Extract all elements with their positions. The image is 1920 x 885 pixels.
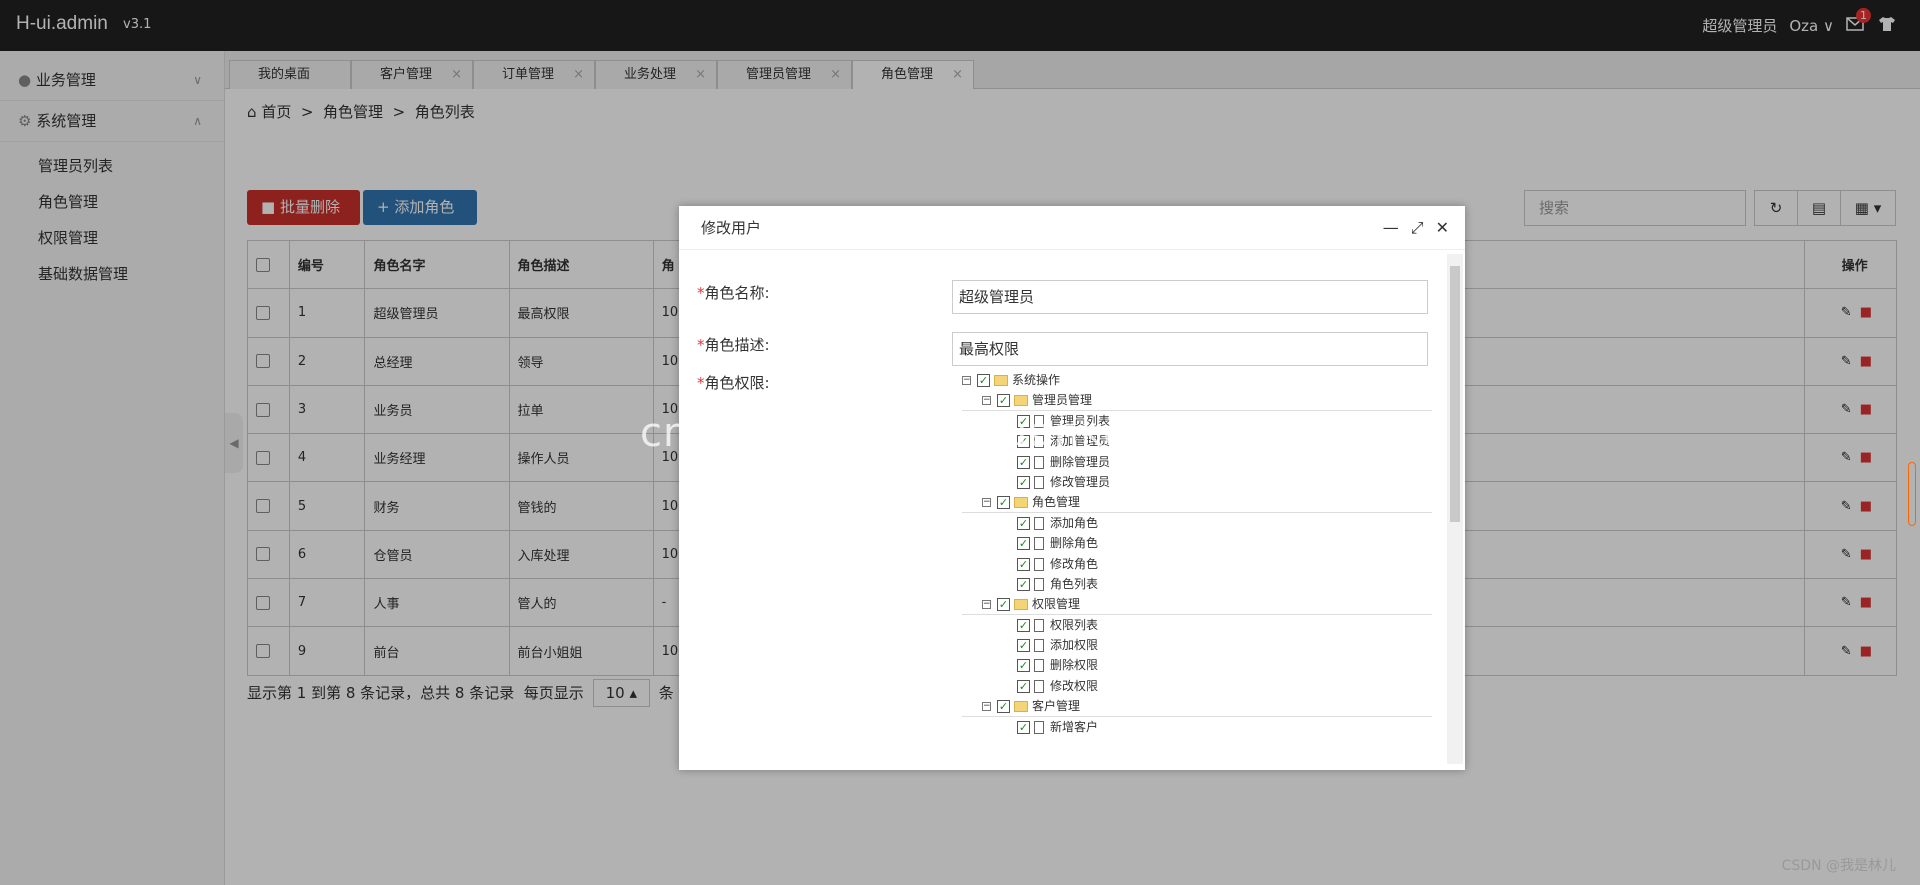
dialog-scrollbar[interactable] [1447, 254, 1463, 764]
tree-node-label: 系统操作 [1012, 373, 1061, 387]
tree-node-leaf[interactable]: ✓ 修改管理员 [962, 472, 1432, 492]
checkbox-checked-icon[interactable]: ✓ [1017, 679, 1030, 693]
collapse-toggle-icon[interactable]: − [982, 702, 991, 712]
tree-node-folder[interactable]: − ✓ 角色管理 [962, 492, 1432, 513]
scrollbar-thumb[interactable] [1450, 266, 1460, 522]
checkbox-checked-icon[interactable]: ✓ [1017, 516, 1030, 530]
required-mark: * [697, 374, 705, 392]
tree-node-leaf[interactable]: ✓ 修改角色 [962, 554, 1432, 574]
tree-node-label: 角色管理 [1032, 495, 1081, 510]
tree-node-label: 添加权限 [1050, 638, 1099, 653]
tree-node-label: 权限列表 [1050, 617, 1099, 632]
tree-node-leaf[interactable]: ✓ 权限列表 [962, 615, 1432, 635]
tree-node-folder[interactable]: − ✓ 系统操作 [962, 370, 1432, 390]
role-desc-input[interactable]: 最高权限 [952, 332, 1428, 366]
checkbox-checked-icon[interactable]: ✓ [1017, 475, 1030, 489]
tree-node-leaf[interactable]: ✓ 新增客户 [962, 717, 1432, 737]
collapse-toggle-icon[interactable]: − [982, 498, 991, 508]
file-icon [1034, 639, 1044, 653]
folder-icon [1014, 599, 1028, 611]
maximize-icon[interactable]: ⤢ [1411, 206, 1424, 250]
tree-node-label: 删除权限 [1050, 658, 1099, 673]
required-mark: * [697, 336, 705, 354]
checkbox-checked-icon[interactable]: ✓ [1017, 577, 1030, 591]
checkbox-checked-icon[interactable]: ✓ [1017, 720, 1030, 734]
collapse-toggle-icon[interactable]: − [962, 376, 971, 385]
tree-node-label: 角色列表 [1050, 576, 1099, 591]
folder-icon [1014, 497, 1028, 509]
tree-node-leaf[interactable]: ✓ 添加权限 [962, 635, 1432, 655]
folder-icon [1014, 701, 1028, 713]
tree-node-label: 添加角色 [1050, 515, 1099, 530]
checkbox-checked-icon[interactable]: ✓ [997, 700, 1010, 714]
dialog-body: *角色名称: 超级管理员 *角色描述: 最高权限 *角色权限: − ✓ 系统操作 −… [679, 250, 1447, 770]
csdn-credit: CSDN @我是林儿 [1781, 858, 1896, 874]
file-icon [1034, 537, 1044, 551]
dialog-controls: — ⤢ ✕ [1383, 206, 1449, 250]
file-icon [1034, 659, 1044, 673]
tree-node-label: 修改角色 [1050, 556, 1099, 571]
checkbox-checked-icon[interactable]: ✓ [1017, 557, 1030, 571]
site-watermark: cn国观客www.uequanke.cn [640, 410, 1192, 456]
role-name-label: *角色名称: [697, 282, 770, 303]
checkbox-checked-icon[interactable]: ✓ [997, 598, 1010, 612]
file-icon [1034, 618, 1044, 632]
page-scrollbar-thumb[interactable] [1908, 462, 1916, 526]
file-icon [1034, 516, 1044, 530]
tree-node-label: 删除角色 [1050, 536, 1099, 551]
role-desc-label: *角色描述: [697, 334, 770, 355]
tree-node-leaf[interactable]: ✓ 删除权限 [962, 655, 1432, 675]
tree-node-label: 修改权限 [1050, 678, 1099, 693]
checkbox-checked-icon[interactable]: ✓ [1017, 537, 1030, 551]
tree-node-leaf[interactable]: ✓ 角色列表 [962, 574, 1432, 594]
dialog-header: 修改用户 — ⤢ ✕ [679, 206, 1465, 250]
dialog-title: 修改用户 [701, 219, 762, 237]
label-text: 角色权限: [704, 374, 770, 392]
file-icon [1034, 720, 1044, 734]
required-mark: * [697, 284, 705, 302]
close-icon[interactable]: ✕ [1436, 206, 1449, 250]
file-icon [1034, 475, 1044, 489]
tree-node-label: 权限管理 [1032, 597, 1081, 612]
file-icon [1034, 557, 1044, 571]
role-perm-label: *角色权限: [697, 372, 770, 393]
tree-node-label: 修改管理员 [1050, 474, 1111, 489]
tree-node-folder[interactable]: − ✓ 客户管理 [962, 696, 1432, 717]
tree-node-label: 客户管理 [1032, 699, 1081, 714]
checkbox-checked-icon[interactable]: ✓ [977, 374, 990, 387]
checkbox-checked-icon[interactable]: ✓ [1017, 639, 1030, 653]
file-icon [1034, 679, 1044, 693]
collapse-toggle-icon[interactable]: − [982, 600, 991, 610]
checkbox-checked-icon[interactable]: ✓ [1017, 659, 1030, 673]
tree-node-folder[interactable]: − ✓ 权限管理 [962, 594, 1432, 615]
label-text: 角色描述: [704, 336, 770, 354]
tree-node-leaf[interactable]: ✓ 添加角色 [962, 513, 1432, 533]
minimize-icon[interactable]: — [1383, 206, 1399, 250]
tree-node-leaf[interactable]: ✓ 修改权限 [962, 676, 1432, 696]
tree-node-label: 新增客户 [1050, 719, 1099, 734]
checkbox-checked-icon[interactable]: ✓ [997, 496, 1010, 510]
tree-node-leaf[interactable]: ✓ 删除角色 [962, 533, 1432, 553]
checkbox-checked-icon[interactable]: ✓ [1017, 618, 1030, 632]
label-text: 角色名称: [704, 284, 770, 302]
file-icon [1034, 577, 1044, 591]
edit-role-dialog: 修改用户 — ⤢ ✕ *角色名称: 超级管理员 *角色描述: 最高权限 *角色权… [679, 206, 1465, 770]
role-name-input[interactable]: 超级管理员 [952, 280, 1428, 314]
folder-icon [994, 375, 1008, 386]
